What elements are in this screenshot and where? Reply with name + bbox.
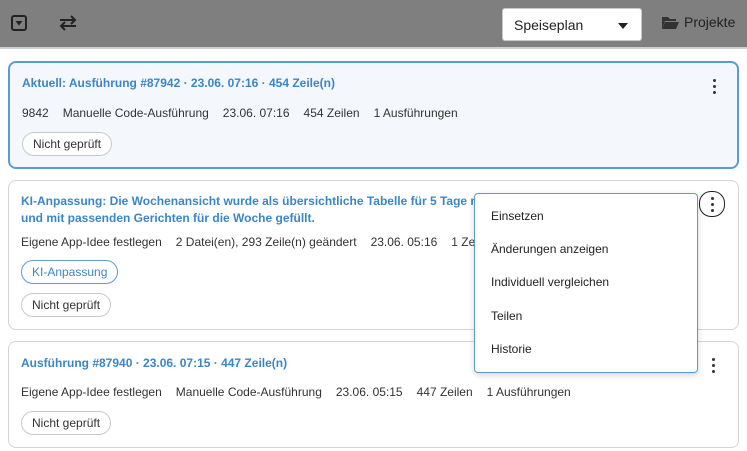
- context-menu: Einsetzen Änderungen anzeigen Individuel…: [474, 193, 698, 373]
- ki-tag-badge[interactable]: KI-Anpassung: [21, 260, 119, 284]
- menu-item-show-changes[interactable]: Änderungen anzeigen: [491, 242, 681, 256]
- projects-label: Projekte: [684, 14, 736, 30]
- meta-item: 1 Ausführungen: [373, 106, 458, 120]
- meta-item: 9842: [22, 106, 49, 120]
- dropdown-box-icon[interactable]: [5, 9, 33, 37]
- meta-item: 447 Zeilen: [416, 385, 473, 399]
- meta-item: Manuelle Code-Ausführung: [175, 385, 322, 399]
- menu-item-compare[interactable]: Individuell vergleichen: [491, 275, 681, 289]
- project-select[interactable]: Speiseplan: [502, 8, 642, 41]
- caret-down-icon: [618, 23, 628, 29]
- card-title[interactable]: Aktuell: Ausführung #87942 · 23.06. 07:1…: [22, 75, 482, 92]
- projects-button[interactable]: Projekte: [661, 14, 735, 30]
- card-title-line1: KI-Anpassung: Die Wochenansicht wurde al…: [21, 194, 476, 208]
- card-title[interactable]: KI-Anpassung: Die Wochenansicht wurde al…: [21, 193, 481, 227]
- meta-item: Eigene App-Idee festlegen: [21, 235, 162, 249]
- meta-item: 454 Zeilen: [303, 106, 360, 120]
- status-badge[interactable]: Nicht geprüft: [21, 293, 112, 317]
- card-meta: Eigene App-Idee festlegen Manuelle Code-…: [21, 385, 571, 399]
- menu-item-history[interactable]: Historie: [491, 342, 681, 356]
- swap-arrows-icon[interactable]: [54, 9, 82, 37]
- meta-item: Eigene App-Idee festlegen: [21, 385, 162, 399]
- meta-item: 23.06. 07:16: [222, 106, 290, 120]
- toolbar: Speiseplan Projekte: [0, 0, 747, 49]
- project-select-value: Speiseplan: [514, 16, 584, 33]
- more-options-icon[interactable]: [699, 191, 725, 217]
- card-title-line2: und mit passenden Gerichten für die Woch…: [21, 211, 315, 225]
- menu-item-share[interactable]: Teilen: [491, 309, 681, 323]
- more-options-icon[interactable]: [703, 74, 725, 98]
- folder-open-icon: [662, 16, 679, 29]
- card-meta: Eigene App-Idee festlegen 2 Datei(en), 2…: [21, 235, 481, 249]
- history-card-current[interactable]: Aktuell: Ausführung #87942 · 23.06. 07:1…: [8, 61, 739, 169]
- meta-item: Manuelle Code-Ausführung: [62, 106, 209, 120]
- meta-item: 2 Datei(en), 293 Zeile(n) geändert: [175, 235, 357, 249]
- meta-item: 23.06. 05:15: [335, 385, 403, 399]
- meta-item: 1 Ausführungen: [486, 385, 571, 399]
- more-options-icon[interactable]: [702, 353, 724, 377]
- status-badge[interactable]: Nicht geprüft: [21, 411, 112, 435]
- card-title[interactable]: Ausführung #87940 · 23.06. 07:15 · 447 Z…: [21, 355, 481, 372]
- meta-item: 23.06. 05:16: [370, 235, 438, 249]
- status-badge[interactable]: Nicht geprüft: [22, 132, 113, 156]
- card-meta: 9842 Manuelle Code-Ausführung 23.06. 07:…: [22, 106, 458, 120]
- menu-item-einsetzen[interactable]: Einsetzen: [491, 209, 681, 223]
